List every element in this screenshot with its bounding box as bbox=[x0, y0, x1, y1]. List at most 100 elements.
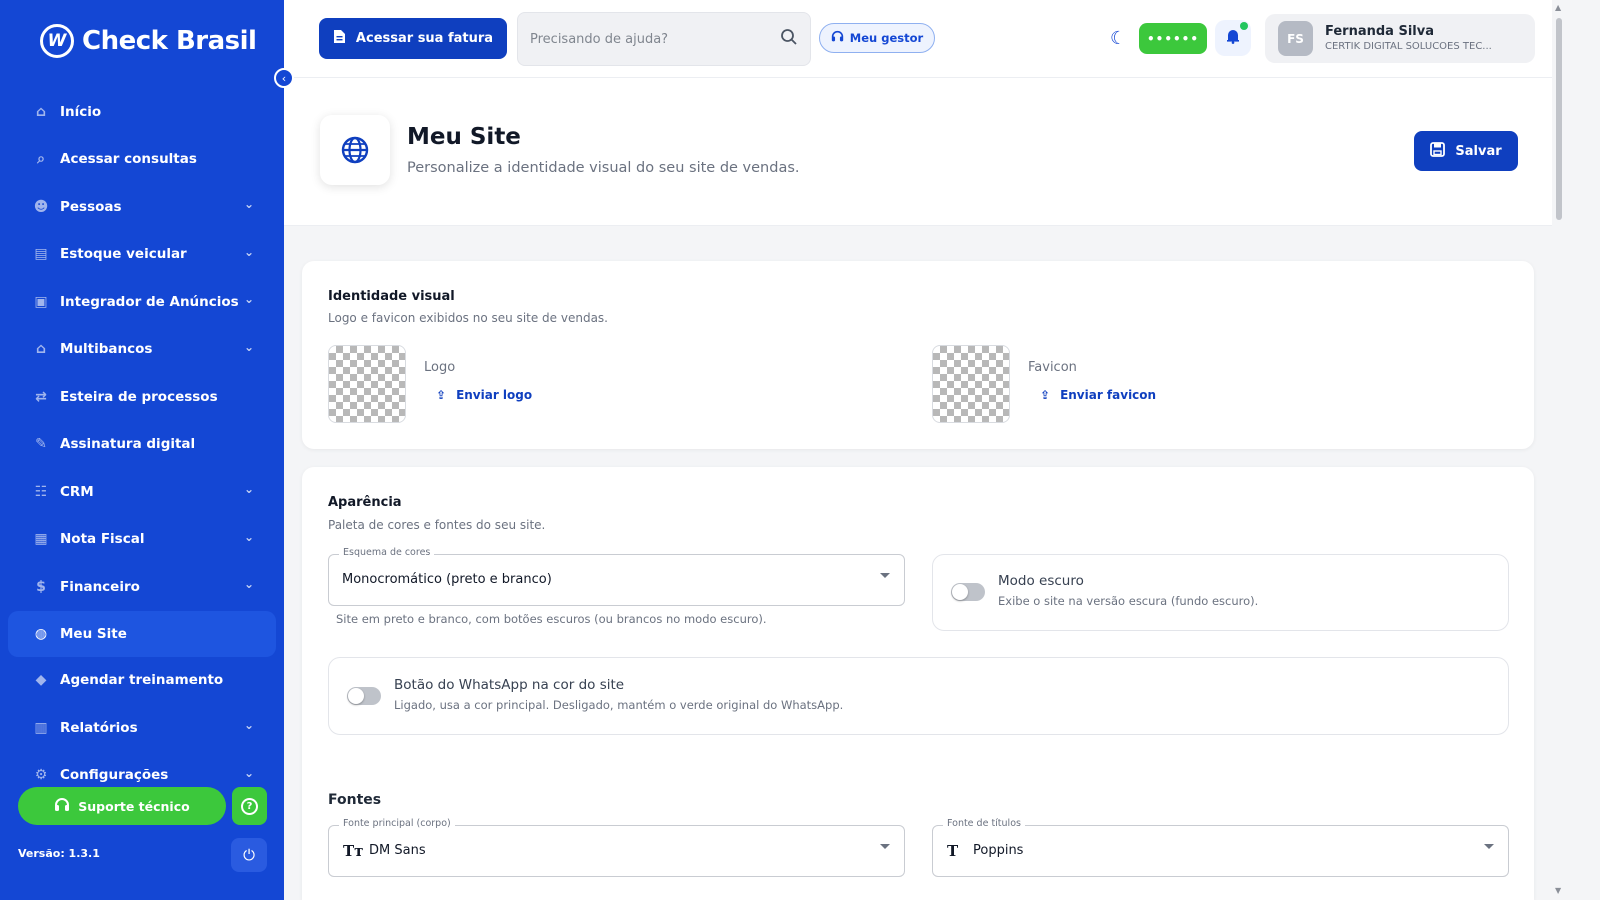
support-label: Suporte técnico bbox=[78, 798, 190, 814]
user-menu[interactable]: FS Fernanda Silva CERTIK DIGITAL SOLUCOE… bbox=[1265, 14, 1535, 63]
dark-mode-description: Exibe o site na versão escura (fundo esc… bbox=[998, 594, 1259, 608]
whatsapp-setting: Botão do WhatsApp na cor do site Ligado,… bbox=[328, 657, 1509, 735]
people-icon: ☻ bbox=[33, 198, 49, 215]
appearance-description: Paleta de cores e fontes do seu site. bbox=[328, 518, 546, 532]
chevron-down-icon[interactable]: ⌄ bbox=[244, 340, 254, 354]
caret-down-icon bbox=[1484, 844, 1494, 849]
chevron-down-icon[interactable]: ⌄ bbox=[244, 245, 254, 259]
sidebar-item-search[interactable]: ⌕ Acessar consultas bbox=[8, 136, 276, 184]
dark-mode-toggle-icon[interactable]: ☾ bbox=[1110, 28, 1126, 49]
favicon-label: Favicon bbox=[1028, 360, 1077, 375]
sidebar-item-process[interactable]: ⇄ Esteira de processos bbox=[8, 373, 276, 421]
search-icon[interactable] bbox=[780, 28, 798, 51]
manager-button[interactable]: Meu gestor bbox=[819, 23, 935, 53]
sidebar-item-label: Pessoas bbox=[60, 198, 122, 215]
notification-dot bbox=[1240, 22, 1248, 30]
text-icon: T bbox=[947, 842, 959, 860]
help-search-input[interactable] bbox=[530, 31, 780, 47]
sidebar-item-label: Meu Site bbox=[60, 625, 127, 642]
help-button[interactable]: ? bbox=[232, 787, 267, 825]
sidebar-item-label: Esteira de processos bbox=[60, 388, 218, 405]
support-button[interactable]: Suporte técnico bbox=[18, 787, 226, 825]
save-label: Salvar bbox=[1455, 143, 1502, 159]
sidebar-item-home[interactable]: ⌂ Início bbox=[8, 88, 276, 136]
body-font-value: DM Sans bbox=[369, 843, 426, 858]
signature-icon: ✎ bbox=[35, 436, 47, 453]
sidebar-item-signature[interactable]: ✎ Assinatura digital bbox=[8, 421, 276, 469]
sidebar-item-label: CRM bbox=[60, 483, 94, 500]
user-name: Fernanda Silva bbox=[1325, 23, 1434, 39]
document-icon bbox=[333, 29, 346, 48]
invoice-button[interactable]: Acessar sua fatura bbox=[319, 18, 507, 59]
notifications-button[interactable] bbox=[1215, 20, 1251, 56]
color-scheme-select[interactable]: Esquema de cores Monocromático (preto e … bbox=[328, 547, 905, 606]
appearance-title: Aparência bbox=[328, 495, 402, 510]
chevron-down-icon[interactable]: ⌄ bbox=[244, 577, 254, 591]
sidebar-nav: ⌂ Início ⌕ Acessar consultas ☻ Pessoas ⌄ ▤ Estoq… bbox=[8, 88, 276, 799]
color-scheme-helper: Site em preto e branco, com botões escur… bbox=[336, 612, 767, 626]
save-button[interactable]: Salvar bbox=[1414, 131, 1518, 171]
title-font-value: Poppins bbox=[973, 843, 1024, 858]
manager-label: Meu gestor bbox=[849, 31, 924, 45]
whatsapp-toggle[interactable] bbox=[347, 687, 381, 705]
chevron-down-icon[interactable]: ⌄ bbox=[244, 197, 254, 211]
sidebar-item-label: Integrador de Anúncios bbox=[60, 293, 239, 310]
reports-icon: ▥ bbox=[34, 719, 48, 736]
upload-favicon-button[interactable]: ⇪ Enviar favicon bbox=[1040, 388, 1156, 402]
page-subtitle: Personalize a identidade visual do seu s… bbox=[407, 160, 800, 176]
upload-logo-button[interactable]: ⇪ Enviar logo bbox=[436, 388, 532, 402]
invoice-label: Acessar sua fatura bbox=[355, 31, 494, 46]
color-scheme-value: Monocromático (preto e branco) bbox=[342, 572, 552, 587]
training-icon: ◆ bbox=[35, 672, 47, 689]
sidebar-item-label: Estoque veicular bbox=[60, 246, 187, 263]
sidebar-item-crm[interactable]: ☷ CRM ⌄ bbox=[8, 468, 276, 516]
sidebar-item-car[interactable]: ▤ Estoque veicular ⌄ bbox=[8, 231, 276, 279]
chevron-down-icon[interactable]: ⌄ bbox=[244, 530, 254, 544]
sidebar-collapse-button[interactable]: ‹ bbox=[274, 68, 294, 88]
title-font-legend: Fonte de títulos bbox=[943, 818, 1025, 829]
whatsapp-description: Ligado, usa a cor principal. Desligado, … bbox=[394, 698, 844, 712]
body-font-select[interactable]: Fonte principal (corpo) Tт DM Sans bbox=[328, 818, 905, 877]
question-icon: ? bbox=[241, 797, 258, 815]
car-icon: ▤ bbox=[34, 246, 48, 263]
sidebar-item-reports[interactable]: ▥ Relatórios ⌄ bbox=[8, 704, 276, 752]
sidebar-item-label: Agendar treinamento bbox=[60, 672, 224, 689]
logo-label: Logo bbox=[424, 360, 456, 375]
chevron-down-icon[interactable]: ⌄ bbox=[244, 292, 254, 306]
sidebar-item-bank[interactable]: ⌂ Multibancos ⌄ bbox=[8, 326, 276, 374]
user-company: CERTIK DIGITAL SOLUCOES TEC... bbox=[1325, 40, 1492, 52]
chevron-down-icon[interactable]: ⌄ bbox=[244, 482, 254, 496]
sidebar-item-people[interactable]: ☻ Pessoas ⌄ bbox=[8, 183, 276, 231]
scroll-down-icon[interactable]: ▼ bbox=[1555, 886, 1561, 895]
sidebar-item-finance[interactable]: $ Financeiro ⌄ bbox=[8, 563, 276, 611]
upload-icon: ⇪ bbox=[436, 388, 447, 402]
bank-icon: ⌂ bbox=[35, 341, 47, 358]
title-font-select[interactable]: Fonte de títulos T Poppins bbox=[932, 818, 1509, 877]
avatar: FS bbox=[1278, 21, 1313, 56]
sidebar-item-ads[interactable]: ▣ Integrador de Anúncios ⌄ bbox=[8, 278, 276, 326]
fonts-label: Fontes bbox=[328, 792, 382, 808]
identity-description: Logo e favicon exibidos no seu site de v… bbox=[328, 311, 608, 325]
logout-button[interactable]: ⏻ bbox=[231, 838, 267, 872]
bell-icon bbox=[1225, 28, 1241, 48]
page-scrollbar[interactable]: ▲ ▼ bbox=[1552, 0, 1566, 900]
sidebar-item-label: Nota Fiscal bbox=[60, 531, 145, 548]
sidebar-item-globe[interactable]: ◍ Meu Site bbox=[8, 610, 276, 657]
headset-icon bbox=[54, 797, 70, 816]
sidebar-item-label: Assinatura digital bbox=[60, 436, 196, 453]
upload-icon: ⇪ bbox=[1040, 388, 1051, 402]
chevron-down-icon[interactable]: ⌄ bbox=[244, 766, 254, 780]
scroll-up-icon[interactable]: ▲ bbox=[1555, 3, 1561, 12]
logo-preview bbox=[328, 345, 406, 423]
masked-balance-pill[interactable]: •••••• bbox=[1139, 23, 1207, 54]
identity-card: Identidade visual Logo e favicon exibido… bbox=[302, 261, 1534, 449]
brand-logo[interactable]: W Check Brasil bbox=[40, 24, 257, 58]
sidebar-item-invoice[interactable]: ▦ Nota Fiscal ⌄ bbox=[8, 516, 276, 564]
dark-mode-toggle[interactable] bbox=[951, 583, 985, 601]
upload-favicon-label: Enviar favicon bbox=[1060, 388, 1157, 402]
dark-mode-setting: Modo escuro Exibe o site na versão escur… bbox=[932, 554, 1509, 631]
chevron-down-icon[interactable]: ⌄ bbox=[244, 718, 254, 732]
sidebar-item-training[interactable]: ◆ Agendar treinamento bbox=[8, 657, 276, 705]
scroll-thumb[interactable] bbox=[1556, 18, 1562, 220]
appearance-card: Aparência Paleta de cores e fontes do se… bbox=[302, 467, 1534, 900]
